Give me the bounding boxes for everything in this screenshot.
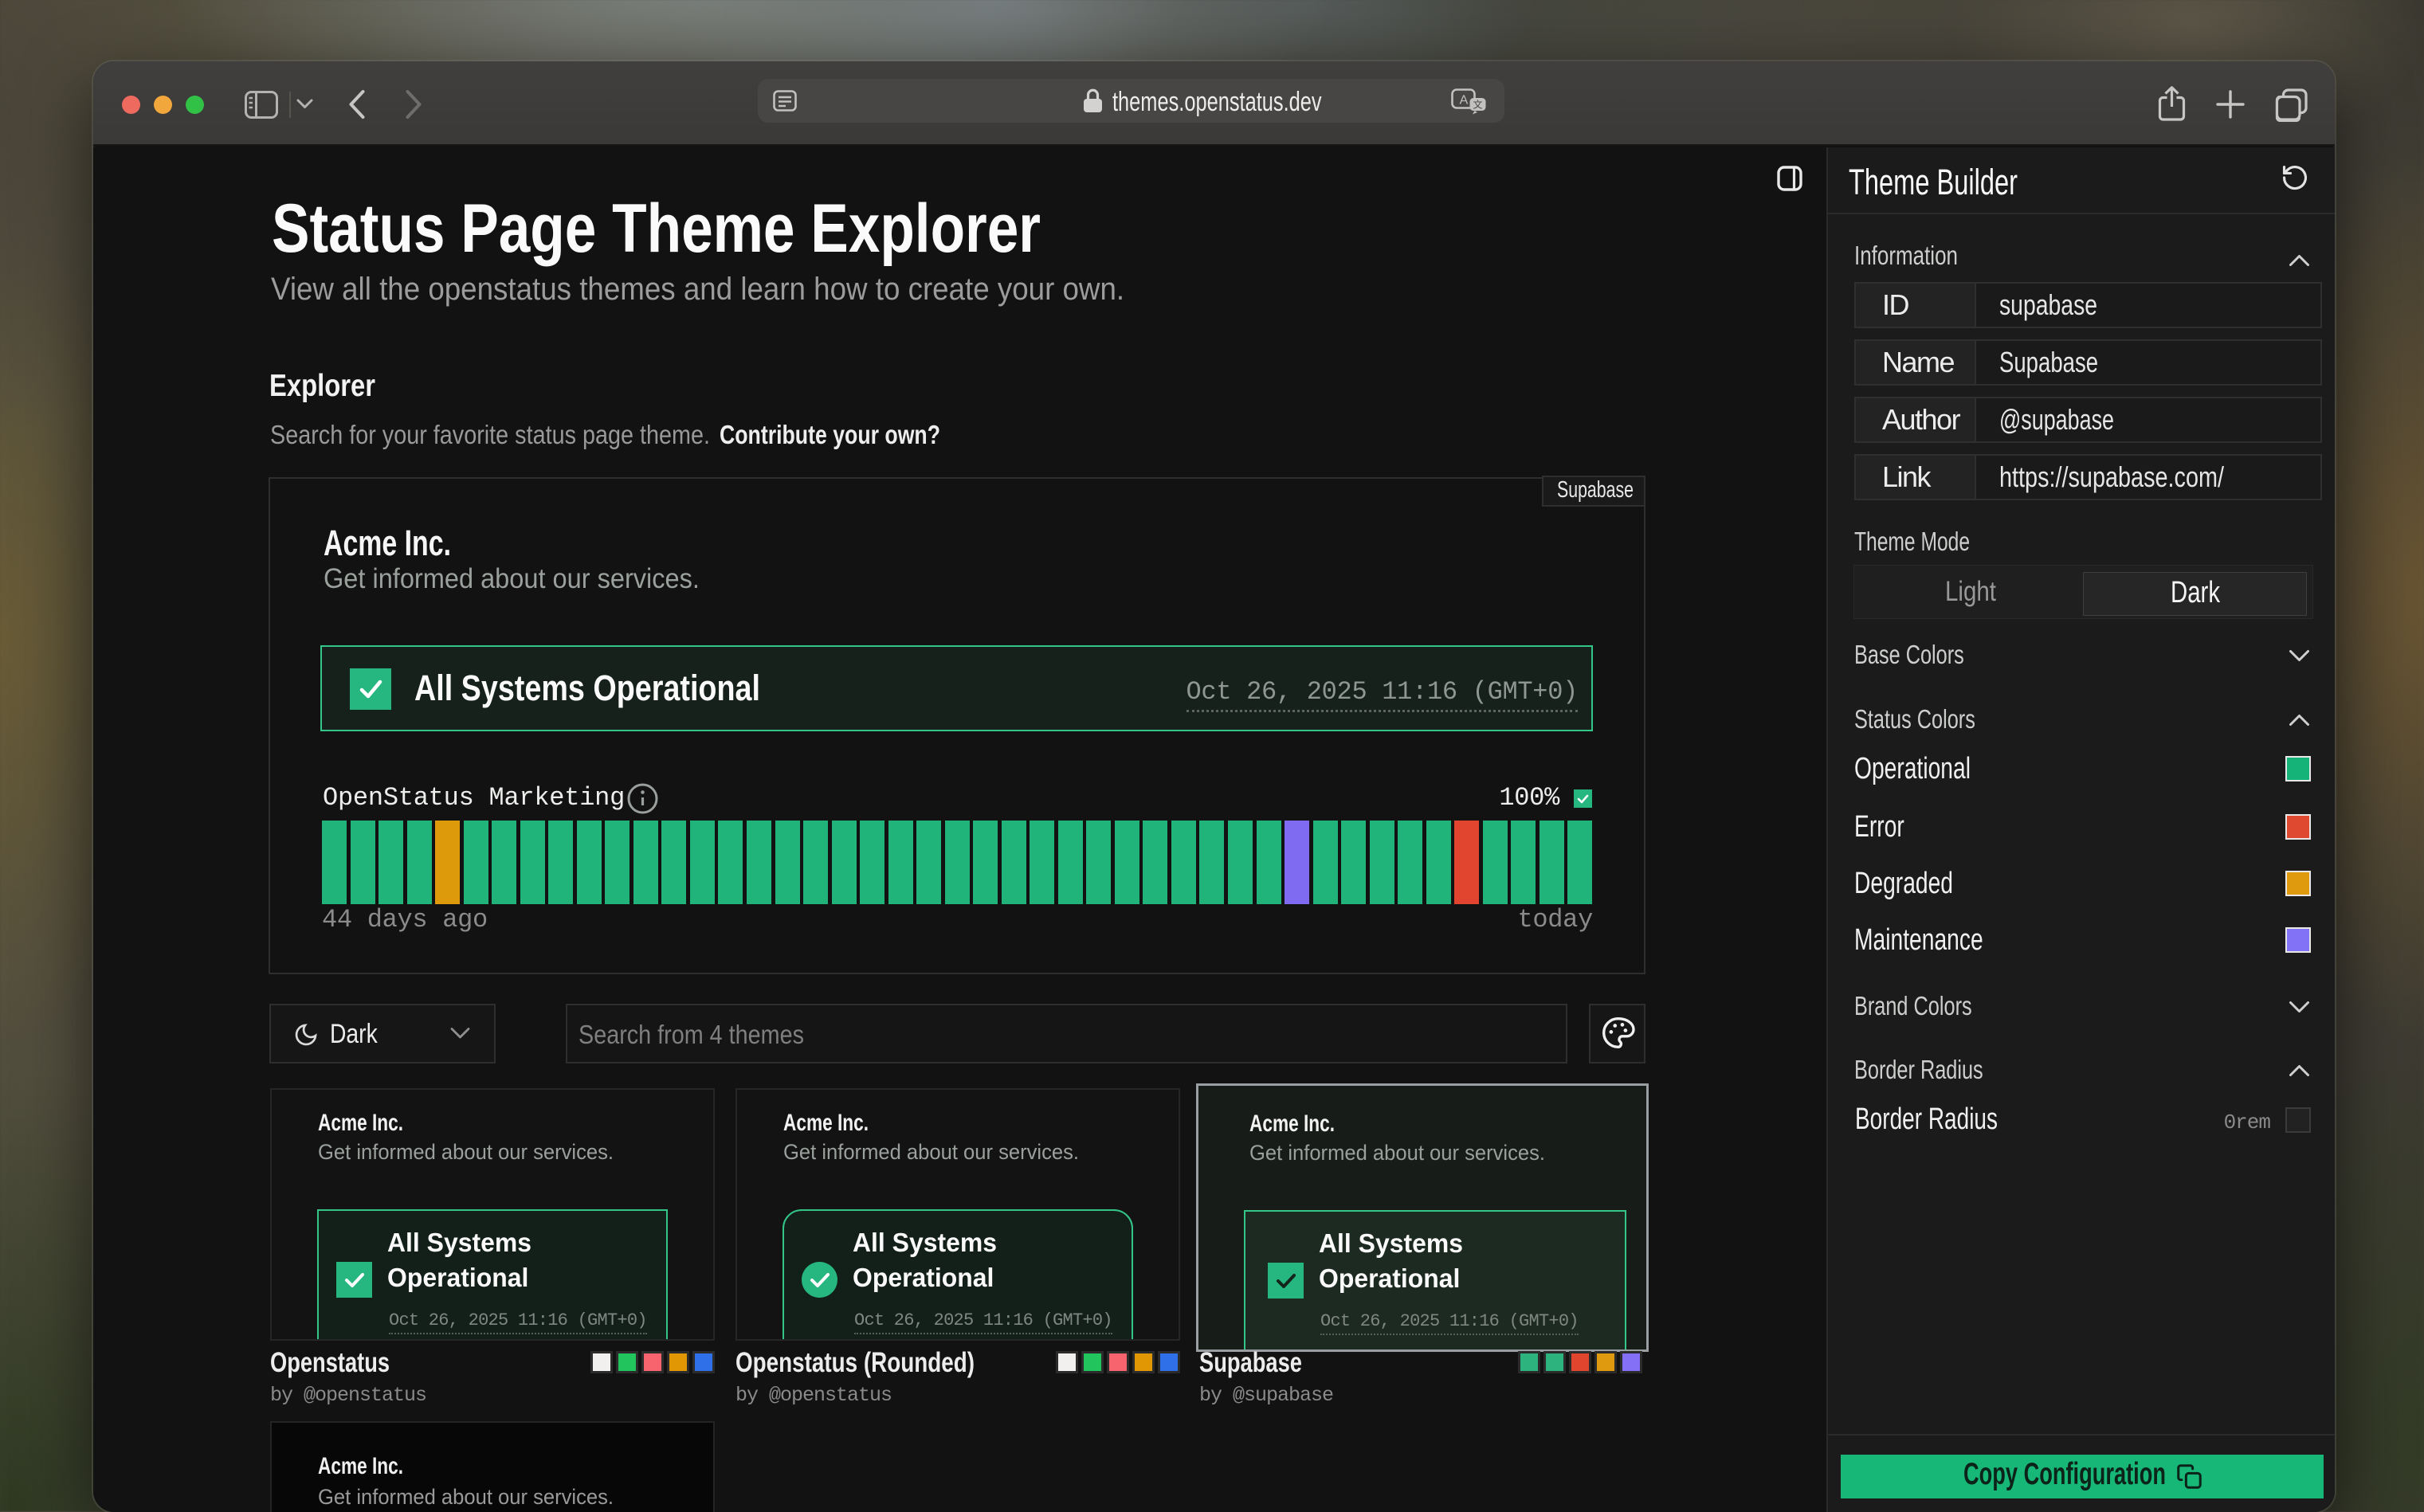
svg-text:A: A: [1460, 94, 1469, 108]
svg-text:文: 文: [1473, 99, 1482, 111]
